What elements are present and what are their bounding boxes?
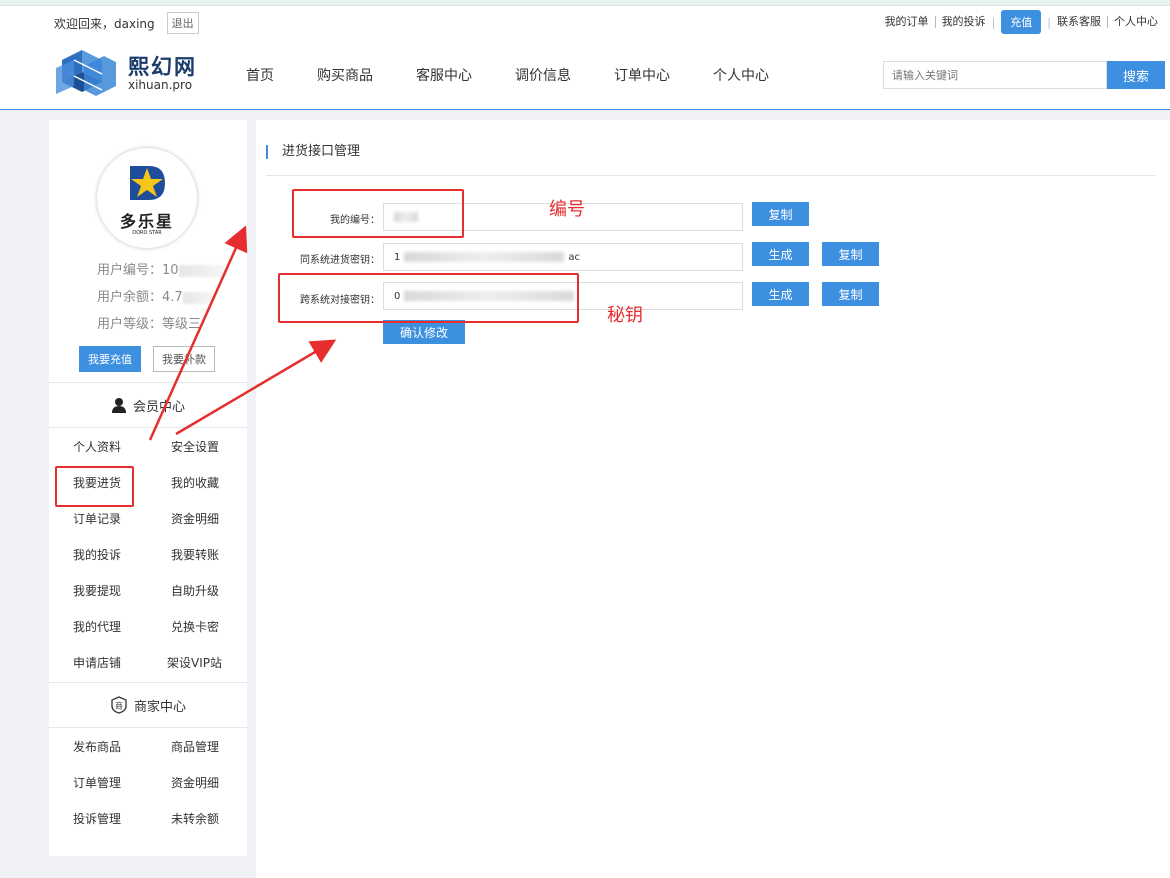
redacted-blur [178,264,225,277]
menu-favorites[interactable]: 我的收藏 [171,474,219,491]
generate-same-key-button[interactable]: 生成 [752,242,809,266]
highlight-id-box [292,189,464,238]
cube-logo-icon [56,50,116,96]
search-input[interactable] [883,61,1107,89]
recharge-button-side[interactable]: 我要充值 [79,346,141,372]
annotation-id: 编号 [549,199,585,220]
balance-label: 用户余额： [97,290,163,305]
merchant-center-header: 商 商家中心 [49,682,247,728]
menu-transfer[interactable]: 我要转账 [171,546,219,563]
menu-profile[interactable]: 个人资料 [73,438,121,455]
annotation-key: 秘钥 [607,305,643,326]
copy-cross-key-button[interactable]: 复制 [822,282,879,306]
same-key-prefix: 1 [394,251,401,263]
user-id-label: 用户编号： [97,263,163,278]
personal-center-link[interactable]: 个人中心 [1108,16,1164,28]
generate-cross-key-button[interactable]: 生成 [752,282,809,306]
avatar[interactable]: 多乐星 DORO STAR [97,148,197,248]
copy-id-button[interactable]: 复制 [752,202,809,226]
level-row: 用户等级：等级三 [97,313,201,332]
menu-my-agents[interactable]: 我的代理 [73,618,121,635]
menu-security[interactable]: 安全设置 [171,438,219,455]
doro-star-logo-icon [130,166,165,200]
my-orders-link[interactable]: 我的订单 [879,16,936,28]
menu-order-records[interactable]: 订单记录 [73,510,121,527]
menu-order-manage[interactable]: 订单管理 [73,774,121,791]
nav-service-center[interactable]: 客服中心 [416,65,472,85]
user-id-value: 10 [162,263,179,278]
logout-button[interactable]: 退出 [166,12,199,34]
copy-same-key-button[interactable]: 复制 [822,242,879,266]
menu-withdraw[interactable]: 我要提现 [73,582,121,599]
page-title: 进货接口管理 [266,145,360,159]
menu-untransferred-balance[interactable]: 未转余额 [171,810,219,827]
logo-subtitle: xihuan.pro [128,77,193,92]
nav-personal-center[interactable]: 个人中心 [713,65,769,85]
level-label: 用户等级： [97,317,163,332]
balance-value: 4.7 [162,290,183,305]
highlight-key-box [278,273,579,323]
divider: | [991,15,996,29]
recharge-button[interactable]: 充值 [1001,10,1042,34]
site-header: 欢迎回来，daxing 退出 我的订单 我的投诉 | 充值 | 联系客服 个人中… [0,6,1170,110]
svg-text:商: 商 [115,701,123,711]
welcome-bar: 欢迎回来，daxing 退出 [54,12,199,34]
nav-home[interactable]: 首页 [246,65,274,85]
redacted-blur [182,291,213,304]
search-bar: 搜索 [883,61,1165,89]
my-complaints-link[interactable]: 我的投诉 [936,16,992,28]
menu-redeem-card[interactable]: 兑换卡密 [171,618,219,635]
menu-fund-details[interactable]: 资金明细 [171,510,219,527]
merchant-center-title: 商家中心 [133,699,186,715]
main-nav: 首页 购买商品 客服中心 调价信息 订单中心 个人中心 [246,65,812,85]
avatar-brand: 多乐星 [119,212,174,231]
repay-button[interactable]: 我要补款 [153,346,215,372]
same-system-key-label: 同系统进货密钥： [300,255,380,266]
contact-service-link[interactable]: 联系客服 [1051,16,1108,28]
redacted-blur [404,252,565,262]
nav-order-center[interactable]: 订单中心 [614,65,670,85]
highlight-purchase-box [55,466,134,507]
nav-price-info[interactable]: 调价信息 [515,65,571,85]
menu-goods-manage[interactable]: 商品管理 [171,738,219,755]
same-key-suffix: ac [568,251,581,263]
menu-complaint-manage[interactable]: 投诉管理 [73,810,121,827]
menu-merchant-funds[interactable]: 资金明细 [171,774,219,791]
title-divider [266,175,1156,176]
logo-title: 熙幻网 [128,54,197,79]
menu-apply-shop[interactable]: 申请店铺 [73,654,121,671]
site-logo[interactable]: 熙幻网 xihuan.pro [54,46,197,100]
menu-vip-site[interactable]: 架设VIP站 [167,654,222,671]
member-center-header: 会员中心 [49,382,247,428]
menu-self-upgrade[interactable]: 自助升级 [171,582,219,599]
same-system-key-field[interactable]: 1 ac [383,243,743,271]
confirm-button[interactable]: 确认修改 [383,320,465,344]
level-value: 等级三 [162,317,202,332]
search-button[interactable]: 搜索 [1107,61,1165,89]
user-id-row: 用户编号：10 [97,259,225,278]
balance-row: 用户余额：4.7 [97,286,213,305]
menu-my-complaints[interactable]: 我的投诉 [73,546,121,563]
avatar-brand-en: DORO STAR [132,230,162,236]
menu-publish-goods[interactable]: 发布商品 [73,738,121,755]
member-center-title: 会员中心 [132,399,185,415]
shop-badge-icon: 商 [110,696,128,714]
welcome-text: 欢迎回来，daxing [54,16,155,31]
user-icon [111,397,127,413]
top-links: 我的订单 我的投诉 | 充值 | 联系客服 个人中心 [879,10,1164,34]
nav-buy-goods[interactable]: 购买商品 [317,65,373,85]
